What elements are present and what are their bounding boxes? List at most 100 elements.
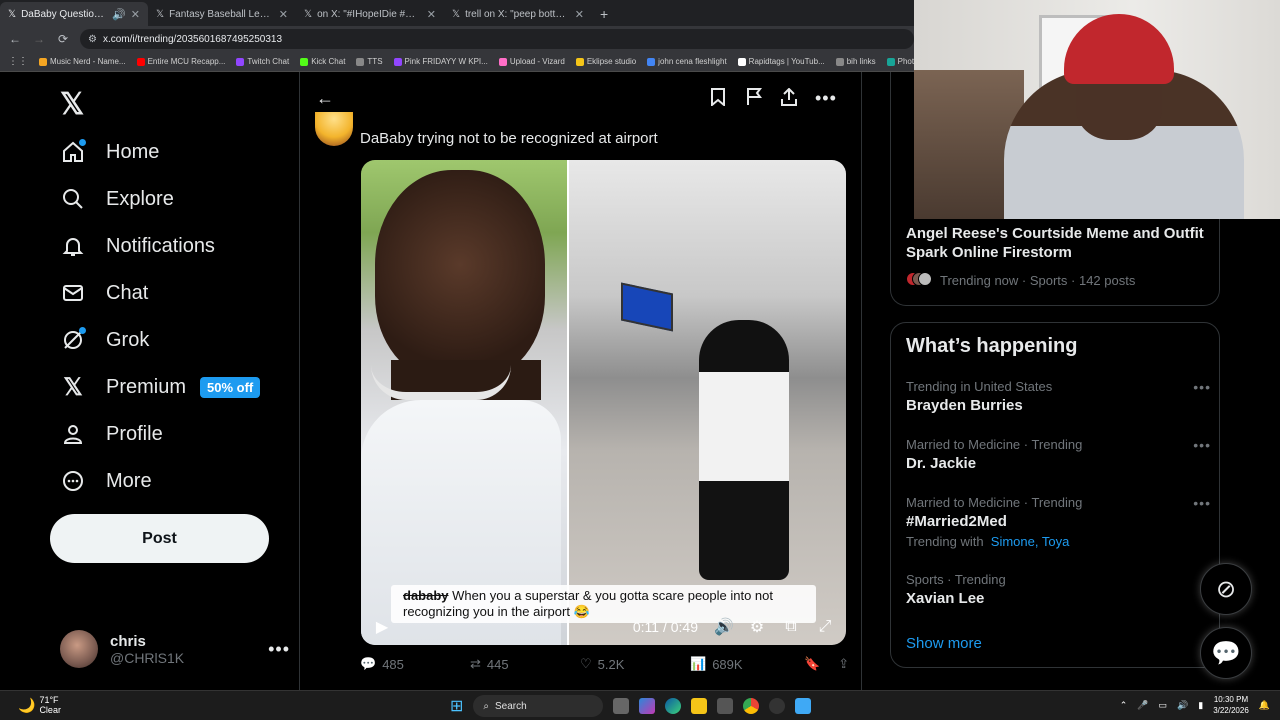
repost-button[interactable]: ⇄ 445 — [470, 656, 580, 672]
grok-fab-button[interactable]: ⊘ — [1200, 563, 1252, 615]
browser-tab-3[interactable]: 𝕏on X: "#IHopeIDie #WishingTh ✕ — [296, 2, 444, 26]
trend-item[interactable]: Married to Medicine · Trending #Married2… — [906, 495, 1211, 549]
taskbar-clock[interactable]: 10:30 PM 3/22/2026 — [1213, 694, 1249, 716]
url-field[interactable]: ⚙ x.com/i/trending/2035601687495250313 — [80, 29, 914, 49]
notepad-icon[interactable] — [795, 698, 812, 714]
fullscreen-icon[interactable]: ⤢ — [816, 618, 834, 636]
trending-with-links[interactable]: Simone, Toya — [991, 534, 1070, 549]
browser-tab-strip: 𝕏 DaBaby Questions Orange 🔊 ✕ 𝕏 Fantasy Base… — [0, 0, 914, 26]
forward-icon[interactable]: → — [32, 32, 46, 46]
x-logo-icon[interactable]: 𝕏 — [60, 87, 84, 122]
share-icon[interactable]: ⇪ — [838, 656, 849, 672]
chrome-icon[interactable] — [743, 698, 760, 714]
account-switcher[interactable]: chris @CHRlS1K ••• — [60, 630, 290, 668]
tab-title: Fantasy Baseball League Creati — [169, 8, 274, 20]
site-info-icon[interactable]: ⚙ — [88, 34, 97, 45]
apps-grid-icon[interactable]: ⋮⋮ — [8, 56, 28, 67]
bookmark-item[interactable]: Kick Chat — [300, 57, 345, 66]
edge-icon[interactable] — [665, 698, 682, 714]
more-horizontal-icon[interactable]: ••• — [1193, 437, 1211, 453]
more-horizontal-icon[interactable]: ••• — [1193, 495, 1211, 511]
bookmark-item[interactable]: Music Nerd - Name... — [39, 57, 126, 66]
volume-icon[interactable]: 🔊 — [714, 617, 734, 637]
grok-icon: ⊘ — [1215, 575, 1237, 603]
more-horizontal-icon[interactable]: ••• — [268, 639, 290, 660]
new-tab-button[interactable]: + — [592, 6, 616, 26]
weather-widget[interactable]: 🌙 71°F Clear — [18, 695, 61, 715]
sidebar-item-label: More — [106, 469, 152, 492]
bookmark-item[interactable]: Rapidtags | YouTub... — [737, 57, 825, 66]
bookmark-item[interactable]: Eklipse studio — [575, 57, 637, 66]
network-icon[interactable]: ▭ — [1159, 700, 1168, 711]
trend-item[interactable]: Sports · Trending Xavian Lee — [906, 572, 1211, 607]
bookmark-favicon-icon — [236, 57, 245, 66]
obs-icon[interactable] — [769, 698, 786, 714]
chart-icon: 📊 — [690, 656, 707, 671]
bookmark-item[interactable]: john cena fleshlight — [647, 57, 727, 66]
post-button[interactable]: Post — [50, 514, 269, 563]
volume-icon[interactable]: 🔊 — [1177, 700, 1188, 711]
flag-icon[interactable] — [746, 88, 762, 111]
reload-icon[interactable]: ⟳ — [56, 32, 70, 46]
messages-fab-button[interactable]: 💬 — [1200, 627, 1252, 679]
bookmark-icon[interactable] — [710, 88, 726, 111]
sidebar-item-chat[interactable]: Chat — [60, 280, 148, 306]
sidebar-item-premium[interactable]: 𝕏 Premium 50% off — [60, 374, 261, 401]
avatar[interactable] — [315, 112, 353, 146]
more-horizontal-icon[interactable]: ••• — [1193, 379, 1211, 395]
post-toolbar: ← ••• — [300, 72, 862, 125]
bookmark-item[interactable]: Pink FRIDAYY W KPI... — [393, 57, 488, 66]
bookmark-item[interactable]: bih links — [835, 57, 876, 66]
sidebar-item-grok[interactable]: Grok — [60, 327, 149, 353]
bookmark-item[interactable]: Photopea — [886, 57, 914, 66]
picture-in-picture-icon[interactable]: ⧉ — [782, 618, 800, 636]
bookmark-item[interactable]: Twitch Chat — [236, 57, 289, 66]
more-horizontal-icon[interactable]: ••• — [815, 88, 837, 109]
sidebar-item-notifications[interactable]: Notifications — [60, 233, 215, 259]
microphone-icon[interactable]: 🎤 — [1137, 700, 1148, 711]
bookmark-item[interactable]: Entire MCU Recapp... — [136, 57, 225, 66]
store-icon[interactable] — [717, 698, 734, 714]
taskbar-search[interactable]: ⌕ Search — [473, 695, 604, 717]
show-more-link[interactable]: Show more — [906, 635, 982, 652]
speaker-icon: 🔊 — [112, 8, 126, 21]
unread-dot — [79, 139, 86, 146]
video-player[interactable]: dababy When you a superstar & you gotta … — [361, 160, 846, 645]
trend-item[interactable]: Trending in United States Brayden Burrie… — [906, 379, 1211, 414]
back-arrow-icon[interactable]: ← — [316, 88, 334, 109]
notification-bell-icon[interactable]: 🔔 — [1259, 700, 1270, 711]
bookmark-icon[interactable]: 🔖 — [804, 656, 820, 672]
sidebar-item-more[interactable]: More — [60, 468, 152, 494]
close-icon[interactable]: ✕ — [279, 8, 288, 21]
play-icon[interactable]: ▶ — [373, 617, 391, 637]
sidebar-item-explore[interactable]: Explore — [60, 186, 174, 212]
battery-icon[interactable]: ▮ — [1198, 700, 1203, 711]
file-explorer-icon[interactable] — [691, 698, 708, 714]
browser-tab-4[interactable]: 𝕏trell on X: "peep bottom rig ✕ — [444, 2, 592, 26]
copilot-icon[interactable] — [639, 698, 656, 714]
views-button[interactable]: 📊 689K — [690, 656, 800, 672]
like-button[interactable]: ♡ 5.2K — [580, 656, 690, 672]
bookmark-favicon-icon — [498, 57, 507, 66]
windows-start-icon[interactable]: ⊞ — [450, 696, 463, 716]
reply-button[interactable]: 💬 485 — [360, 656, 470, 672]
os-taskbar: 🌙 71°F Clear ⊞ ⌕ Search ⌃ 🎤 ▭ 🔊 ▮ 10:30 PM… — [0, 690, 1280, 720]
close-icon[interactable]: ✕ — [131, 8, 140, 21]
share-icon[interactable] — [781, 87, 797, 111]
trend-item[interactable]: Married to Medicine · Trending Dr. Jacki… — [906, 437, 1211, 472]
sidebar-item-home[interactable]: Home — [60, 139, 159, 165]
bookmark-item[interactable]: Upload - Vizard — [498, 57, 565, 66]
bookmark-item[interactable]: TTS — [356, 57, 383, 66]
browser-tab-2[interactable]: 𝕏 Fantasy Baseball League Creati ✕ — [148, 2, 296, 26]
x-logo-icon: 𝕏 — [452, 8, 461, 20]
person-icon — [60, 421, 86, 447]
browser-tab-1[interactable]: 𝕏 DaBaby Questions Orange 🔊 ✕ — [0, 2, 148, 26]
task-view-icon[interactable] — [613, 698, 630, 714]
bookmark-label: Eklipse studio — [586, 57, 637, 66]
close-icon[interactable]: ✕ — [427, 8, 436, 21]
settings-gear-icon[interactable]: ⚙ — [748, 617, 766, 637]
close-icon[interactable]: ✕ — [575, 8, 584, 21]
back-icon[interactable]: ← — [8, 32, 22, 46]
chevron-up-icon[interactable]: ⌃ — [1120, 700, 1128, 711]
sidebar-item-profile[interactable]: Profile — [60, 421, 163, 447]
